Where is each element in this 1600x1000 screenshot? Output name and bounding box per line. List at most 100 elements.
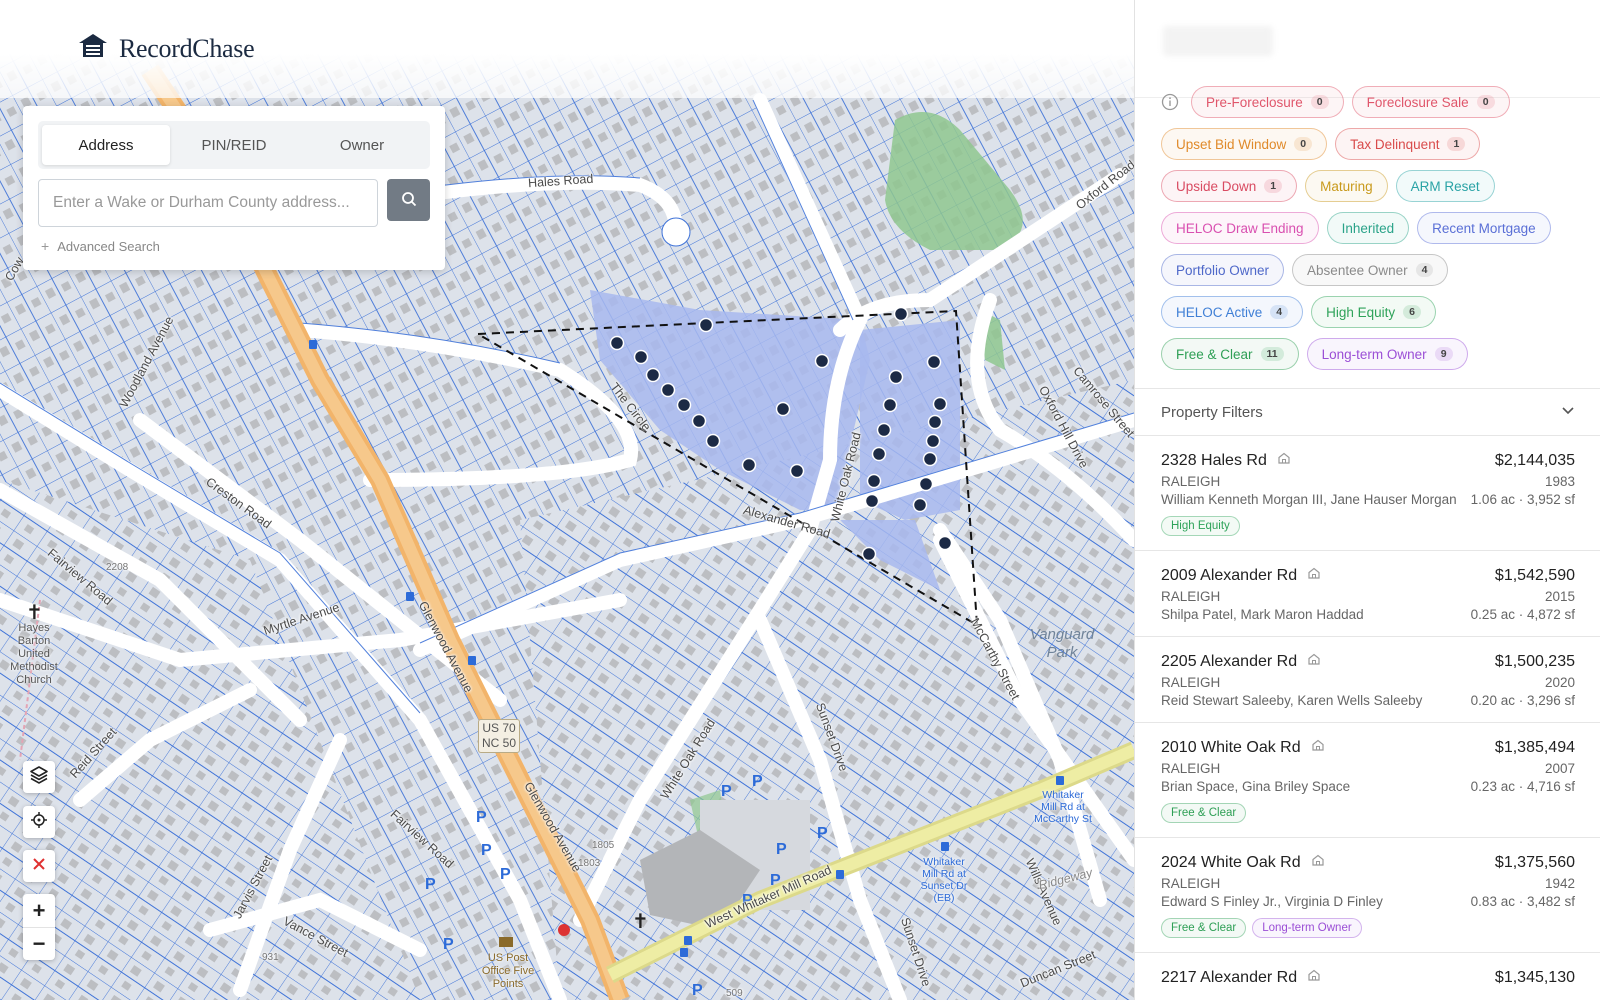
result-owner: Shilpa Patel, Mark Maron Haddad [1161,607,1364,622]
result-price: $1,345,130 [1494,968,1575,986]
result-row[interactable]: 2205 Alexander Rd $1,500,235 RALEIGH 2020 Re… [1135,637,1600,723]
search-icon [401,191,417,210]
home-icon [1307,566,1321,585]
svg-text:P: P [425,876,436,893]
result-year-built: 2007 [1544,761,1575,776]
chip-label: Upset Bid Window [1176,136,1287,152]
result-price: $1,375,560 [1494,853,1575,871]
church-icon-2: ✝ [632,909,649,933]
chip-label: Long-term Owner [1321,346,1427,362]
chip-count-badge: 0 [1476,95,1495,109]
result-address: 2010 White Oak Rd [1161,738,1325,757]
bus-stop-label: Whitaker Mill Rd at Sunset Dr (EB) [920,856,968,904]
svg-text:P: P [500,866,511,883]
chip-arm-reset[interactable]: ARM Reset [1395,170,1495,202]
chip-high-equity[interactable]: High Equity 6 [1311,296,1437,328]
result-city: RALEIGH [1161,474,1221,489]
close-icon [32,857,46,876]
result-address-text: 2328 Hales Rd [1161,451,1267,469]
church-label: Hayes Barton United Methodist Church [10,622,58,686]
chip-label: High Equity [1326,304,1396,320]
chip-heloc-draw-ending[interactable]: HELOC Draw Ending [1161,212,1319,244]
locate-button[interactable] [23,806,55,838]
home-icon [1311,738,1325,757]
tab-address[interactable]: Address [42,125,170,165]
blurred-header [1163,26,1273,56]
result-row[interactable]: 2009 Alexander Rd $1,542,590 RALEIGH 2015 Sh… [1135,551,1600,637]
advanced-search-label: Advanced Search [57,238,160,254]
post-office-label: US Post Office Five Points [481,952,535,990]
result-address-text: 2024 White Oak Rd [1161,853,1301,871]
chip-absentee-owner[interactable]: Absentee Owner 4 [1292,254,1449,286]
chip-label: HELOC Active [1176,304,1263,320]
chip-label: HELOC Draw Ending [1176,220,1304,236]
zoom-in-button[interactable]: + [23,894,55,927]
result-row[interactable]: 2328 Hales Rd $2,144,035 RALEIGH 1983 Willia… [1135,436,1600,551]
svg-text:P: P [752,773,763,790]
result-price: $1,542,590 [1494,566,1575,584]
chip-inherited[interactable]: Inherited [1326,212,1410,244]
result-address-text: 2009 Alexander Rd [1161,566,1298,584]
chip-label: Upside Down [1176,178,1257,194]
plus-icon: + [41,238,50,254]
result-row[interactable]: 2024 White Oak Rd $1,375,560 RALEIGH 1942 Ed… [1135,838,1600,953]
result-owner: Edward S Finley Jr., Virginia D Finley [1161,894,1383,909]
chip-label: Pre-Foreclosure [1206,94,1303,110]
chip-heloc-active[interactable]: HELOC Active 4 [1161,296,1304,328]
tag-high-equity: High Equity [1161,516,1240,536]
svg-text:P: P [721,783,732,800]
chip-recent-mortgage[interactable]: Recent Mortgage [1417,212,1551,244]
result-lot-size: 0.20 ac · 3,296 sf [1470,693,1575,708]
search-input[interactable] [38,179,378,227]
chip-portfolio-owner[interactable]: Portfolio Owner [1161,254,1285,286]
result-lot-size: 0.23 ac · 4,716 sf [1470,779,1575,794]
chip-foreclosure-sale[interactable]: Foreclosure Sale 0 [1351,86,1510,118]
chip-count-badge: 6 [1403,305,1422,319]
svg-text:P: P [692,982,703,999]
chip-count-badge: 4 [1270,305,1289,319]
result-city: RALEIGH [1161,675,1221,690]
result-city: RALEIGH [1161,761,1221,776]
result-lot-size: 0.83 ac · 3,482 sf [1470,894,1575,909]
chip-long-term-owner[interactable]: Long-term Owner 9 [1306,338,1468,370]
search-type-tabs: Address PIN/REID Owner [38,121,430,169]
advanced-search-toggle[interactable]: + Advanced Search [41,238,160,254]
chip-label: Absentee Owner [1307,262,1408,278]
svg-text:P: P [443,936,454,953]
minus-icon: − [32,931,46,956]
logo[interactable]: RecordChase [78,32,255,65]
chip-maturing[interactable]: Maturing [1305,170,1388,202]
info-icon[interactable] [1161,93,1179,111]
layers-button[interactable] [23,761,55,793]
clear-selection-button[interactable] [23,850,55,882]
chip-pre-foreclosure[interactable]: Pre-Foreclosure 0 [1191,86,1344,118]
result-row[interactable]: 2010 White Oak Rd $1,385,494 RALEIGH 2007 Br… [1135,723,1600,838]
result-address-text: 2010 White Oak Rd [1161,738,1301,756]
chip-upside-down[interactable]: Upside Down 1 [1161,170,1298,202]
chip-label: Foreclosure Sale [1366,94,1469,110]
results-sidebar: Pre-Foreclosure 0 Foreclosure Sale 0 Upset… [1134,0,1600,1000]
search-button[interactable] [387,179,430,221]
chip-label: ARM Reset [1410,178,1480,194]
sidebar-header [1135,0,1600,98]
property-filters-toggle[interactable]: Property Filters [1135,388,1600,436]
svg-text:P: P [742,892,753,909]
tab-pin-reid[interactable]: PIN/REID [170,125,298,165]
svg-text:P: P [481,842,492,859]
chip-upset-bid-window[interactable]: Upset Bid Window 0 [1161,128,1328,160]
crosshair-icon [30,811,48,834]
tab-owner[interactable]: Owner [298,125,426,165]
chip-label: Recent Mortgage [1432,220,1536,236]
svg-text:P: P [776,841,787,858]
app-header: RecordChase [0,0,1134,98]
chip-tax-delinquent[interactable]: Tax Delinquent 1 [1335,128,1481,160]
zoom-out-button[interactable]: − [23,927,55,960]
chip-count-badge: 1 [1447,137,1466,151]
chip-label: Inherited [1341,220,1395,236]
svg-text:P: P [817,825,828,842]
result-address-text: 2217 Alexander Rd [1161,968,1298,986]
result-lot-size: 1.06 ac · 3,952 sf [1470,492,1575,507]
result-row[interactable]: 2217 Alexander Rd $1,345,130 [1135,953,1600,1000]
chip-label: Tax Delinquent [1350,136,1440,152]
chip-free-and-clear[interactable]: Free & Clear 11 [1161,338,1299,370]
